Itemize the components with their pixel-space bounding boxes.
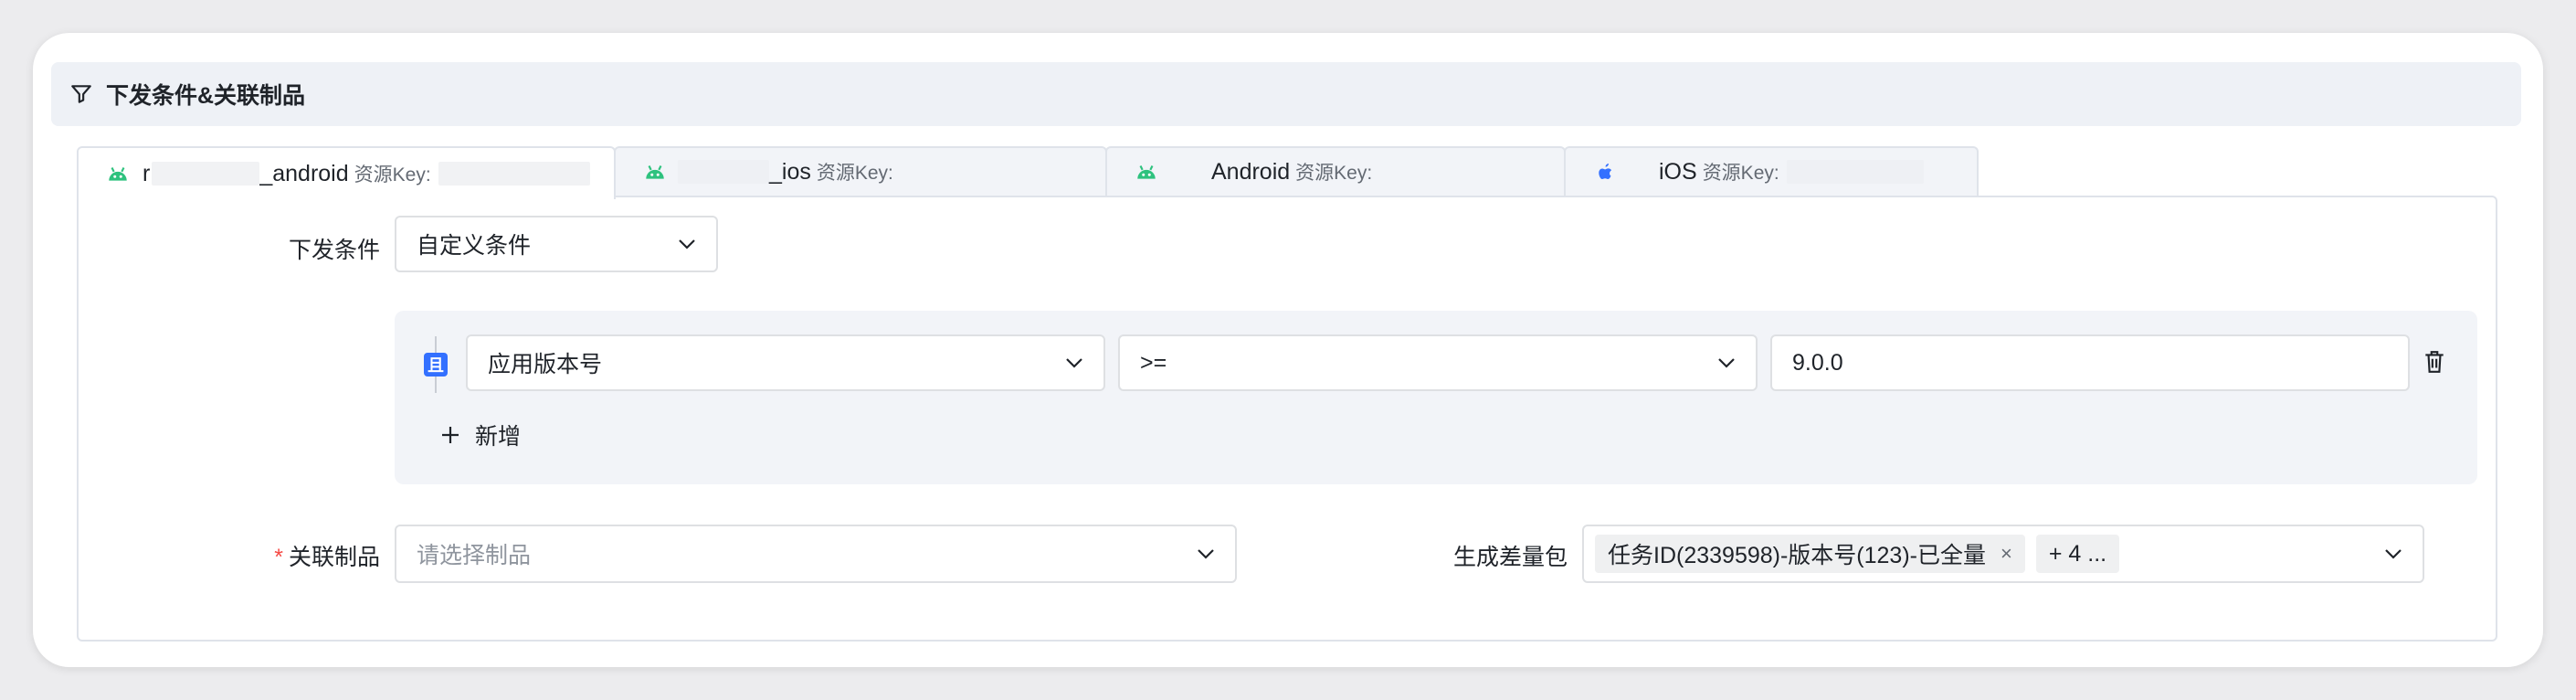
rule-field-select[interactable]: 应用版本号 [466,334,1105,391]
add-condition-button[interactable]: 新增 [440,419,521,451]
chevron-down-icon [2385,549,2402,559]
rule-value: 9.0.0 [1792,349,1843,376]
chevron-down-icon [1198,549,1214,559]
rule-operator-value: >= [1140,349,1167,376]
tab-name: _android [259,160,349,186]
tab-ios-1[interactable]: _ios 资源Key: [614,146,1107,196]
android-icon [646,165,664,179]
android-icon [1137,165,1156,179]
section-title: 下发条件&关联制品 [106,83,306,109]
tab-key-label: 资源Key: [354,164,431,186]
diff-package-select[interactable]: 任务ID(2339598)-版本号(123)-已全量 × + 4 ... [1582,525,2424,583]
redacted-name [152,162,260,186]
tab-key-label: 资源Key: [1295,163,1373,184]
tab-android-1[interactable]: r _android 资源Key: [77,146,616,199]
tab-android-2[interactable]: Android 资源Key: [1105,146,1566,196]
redacted-key [438,162,590,186]
condition-select[interactable]: 自定义条件 [395,216,718,272]
condition-value: 自定义条件 [417,233,532,259]
diff-tag-label: 任务ID(2339598)-版本号(123)-已全量 [1608,543,1986,568]
rule-field-value: 应用版本号 [488,352,603,377]
diff-label: 生成差量包 [1452,545,1568,570]
tab-ios-2[interactable]: iOS 资源Key: [1564,146,1979,196]
redacted-name [678,160,769,184]
tab-name-prefix: r [143,160,151,186]
tab-key-label: 资源Key: [1702,163,1779,184]
required-mark: * [274,545,283,570]
apple-icon [1599,164,1612,179]
diff-tag: 任务ID(2339598)-版本号(123)-已全量 × [1595,535,2025,573]
artifact-select[interactable]: 请选择制品 [395,525,1237,583]
tab-name: iOS [1659,158,1697,185]
diff-more-tag[interactable]: + 4 ... [2035,535,2120,573]
plus-icon [442,427,459,443]
section-header: 下发条件&关联制品 [51,62,2521,126]
artifact-placeholder: 请选择制品 [417,543,532,568]
artifact-label: * 关联制品 [274,545,380,570]
chevron-down-icon [679,239,695,249]
trash-icon[interactable] [2423,349,2446,375]
logic-and-toggle[interactable]: 且 [424,353,448,377]
android-icon [109,167,127,181]
rule-value-input[interactable]: 9.0.0 [1770,334,2410,391]
chevron-down-icon [1066,358,1082,368]
condition-label: 下发条件 [288,238,380,263]
tab-key-label: 资源Key: [816,163,893,184]
rule-operator-select[interactable]: >= [1118,334,1758,391]
redacted-key [1786,160,1924,184]
chevron-down-icon [1718,358,1735,368]
tag-close-icon[interactable]: × [2001,542,2012,566]
funnel-icon [71,85,91,103]
tab-name: _ios [769,158,811,185]
add-condition-label: 新增 [475,424,522,450]
tab-name: Android [1211,158,1291,185]
